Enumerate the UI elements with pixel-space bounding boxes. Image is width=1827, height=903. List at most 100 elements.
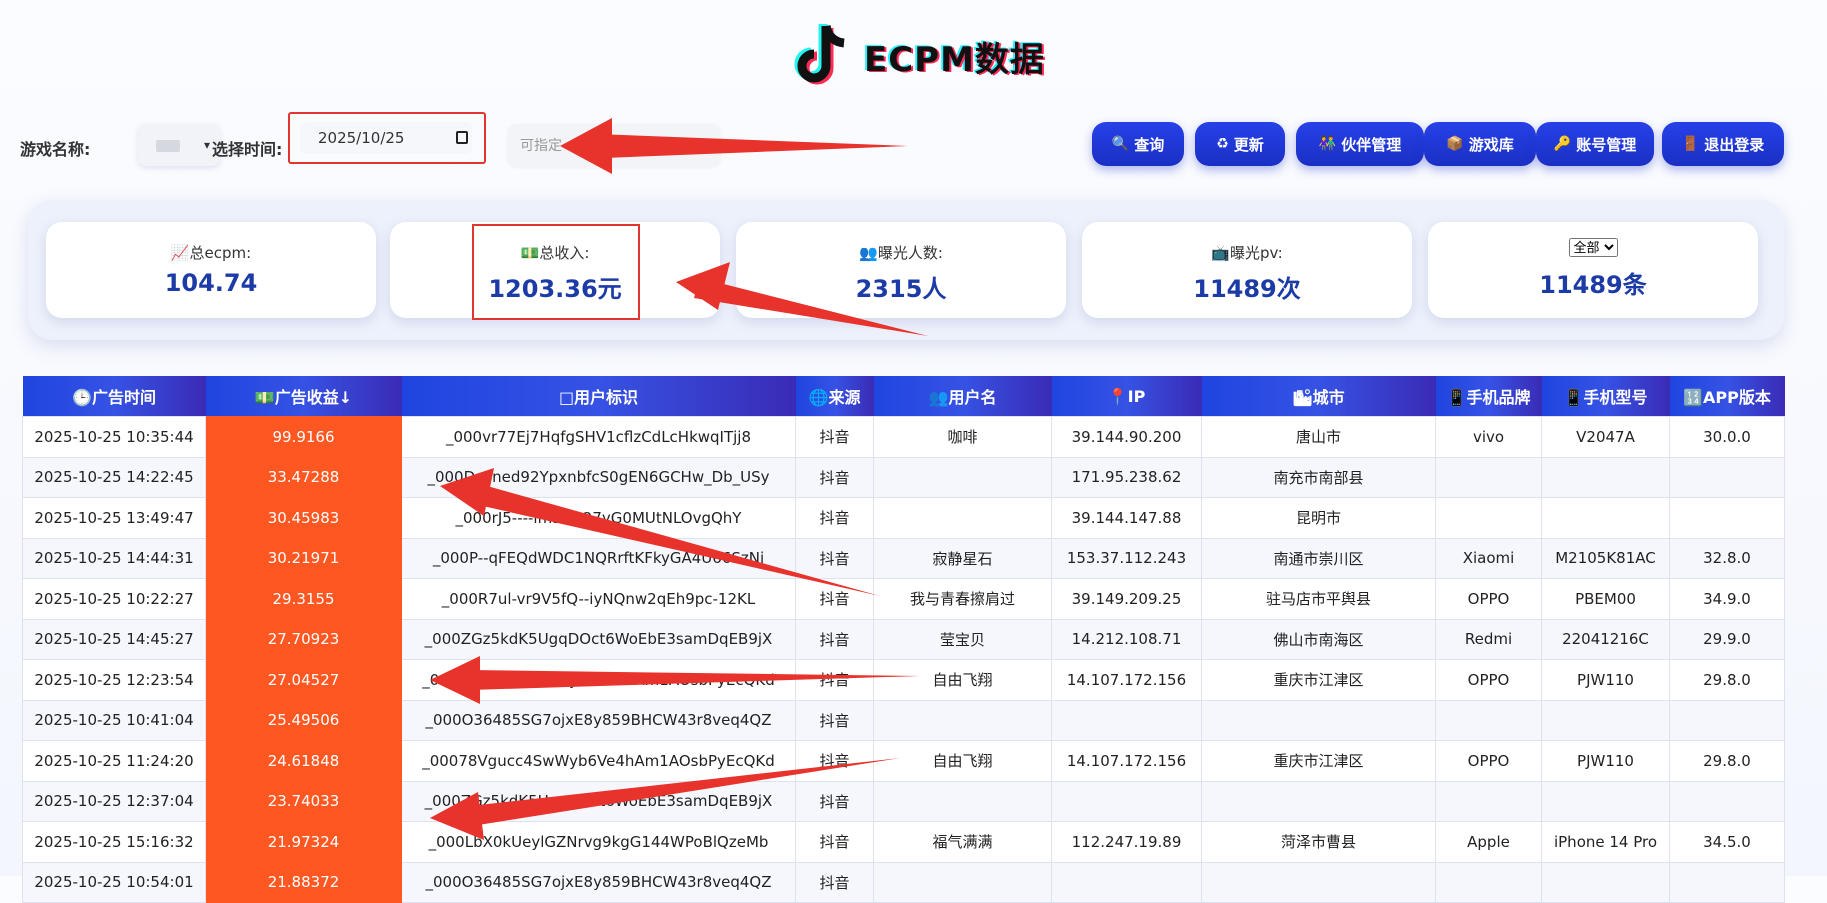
update-button[interactable]: ♻ 更新	[1195, 122, 1285, 166]
table-cell	[1435, 456, 1542, 498]
stat-label: 曝光pv:	[1230, 244, 1283, 262]
table-cell: _000ZGz5kdK5UgqDOct6WoEbE3samDqEB9jX	[401, 618, 796, 660]
column-header: 📍IP	[1051, 376, 1202, 417]
table-cell: 2025-10-25 11:24:20	[22, 740, 206, 782]
table-cell	[1435, 699, 1542, 741]
stat-value: 11489条	[1539, 271, 1647, 299]
tiktok-logo-icon	[794, 24, 845, 85]
table-row: 2025-10-25 12:37:04 23.74033 _000ZGz5kdK5U…	[22, 780, 1785, 822]
table-cell	[1201, 861, 1436, 903]
specify-placeholder: 可指定	[520, 138, 562, 154]
table-cell: 南通市崇川区	[1201, 537, 1436, 579]
table-cell: 30.21971	[205, 537, 402, 579]
table-cell: 27.70923	[205, 618, 402, 660]
table-cell: _000O36485SG7ojxE8y859BHCW43r8veq4QZ	[401, 699, 796, 741]
table-cell: 唐山市	[1201, 416, 1436, 458]
package-icon: 📦	[1446, 136, 1464, 152]
table-cell: 自由飞翔	[873, 659, 1052, 701]
table-cell: 驻马店市平舆县	[1201, 578, 1436, 620]
column-header[interactable]: 💵广告收益↓	[205, 376, 402, 417]
table-cell: _000LbX0kUeylGZNrvg9kgG144WPoBlQzeMb	[401, 821, 796, 863]
column-header: 👥用户名	[873, 376, 1052, 417]
table-body: 2025-10-25 10:35:44 99.9166 _000vr77Ej7Hqf…	[22, 416, 1785, 903]
table-header: 🕒广告时间 💵广告收益↓ □用户标识 🌐来源 👥用户名 📍IP 🏙城市 📱手机品牌 📱手机型号 🔢…	[22, 376, 1785, 417]
logout-button[interactable]: 🚪 退出登录	[1662, 122, 1784, 166]
table-cell: 重庆市江津区	[1201, 659, 1436, 701]
table-cell: 2025-10-25 10:41:04	[22, 699, 206, 741]
table-cell	[1051, 861, 1202, 903]
table-cell: 27.04527	[205, 659, 402, 701]
table-cell: 29.8.0	[1669, 659, 1785, 701]
table-cell: 佛山市南海区	[1201, 618, 1436, 660]
table-cell: 抖音	[795, 456, 874, 498]
table-cell: 99.9166	[205, 416, 402, 458]
table-cell: 抖音	[795, 416, 874, 458]
table-cell	[1669, 497, 1785, 539]
table-cell: 22041216C	[1541, 618, 1670, 660]
table-cell: 抖音	[795, 861, 874, 903]
search-icon: 🔍	[1111, 136, 1130, 152]
table-row: 2025-10-25 10:35:44 99.9166 _000vr77Ej7Hqf…	[22, 416, 1785, 458]
door-icon: 🚪	[1681, 136, 1700, 152]
table-cell	[1541, 456, 1670, 498]
table-cell: 34.5.0	[1669, 821, 1785, 863]
table-cell	[1669, 861, 1785, 903]
table-cell: _000O36485SG7ojxE8y859BHCW43r8veq4QZ	[401, 861, 796, 903]
table-cell	[1201, 780, 1436, 822]
table-cell: 抖音	[795, 497, 874, 539]
account-management-button[interactable]: 🔑 账号管理	[1536, 122, 1654, 166]
stat-card-total-ecpm: 📈总ecpm: 104.74	[46, 222, 376, 318]
game-name-label: 游戏名称:	[20, 140, 91, 159]
tv-icon: 📺	[1211, 244, 1231, 262]
table-cell	[873, 861, 1052, 903]
table-row: 2025-10-25 14:44:31 30.21971 _000P--qFEQdW…	[22, 537, 1785, 579]
table-cell: 抖音	[795, 618, 874, 660]
stat-card-count: 全部 11489条	[1428, 222, 1758, 318]
column-header: □用户标识	[401, 376, 796, 417]
table-cell: 171.95.238.62	[1051, 456, 1202, 498]
table-cell: PJW110	[1541, 740, 1670, 782]
table-cell: 抖音	[795, 537, 874, 579]
table-cell: _000rJ5----lmD5n27yG0MUtNLOvgQhY	[401, 497, 796, 539]
table-cell: OPPO	[1435, 659, 1542, 701]
table-cell: 34.9.0	[1669, 578, 1785, 620]
specify-input[interactable]: 可指定	[508, 124, 720, 166]
table-cell: 30.45983	[205, 497, 402, 539]
table-cell: 23.74033	[205, 780, 402, 822]
game-select[interactable]: ▾	[138, 124, 220, 166]
key-icon: 🔑	[1553, 136, 1572, 152]
filter-select[interactable]: 全部	[1568, 238, 1618, 257]
table-cell: _000P--qFEQdWDC1NQRrftKFkyGA4U66SzNj	[401, 537, 796, 579]
calendar-icon[interactable]	[456, 131, 468, 144]
table-cell	[873, 780, 1052, 822]
table-row: 2025-10-25 10:41:04 25.49506 _000O36485SG7…	[22, 699, 1785, 741]
table-cell: _000vr77Ej7HqfgSHV1cflzCdLcHkwqITjj8	[401, 416, 796, 458]
table-cell: Apple	[1435, 821, 1542, 863]
query-button[interactable]: 🔍 查询	[1092, 122, 1184, 166]
table-cell: _000D_9ned92YpxnbfcS0gEN6GCHw_Db_USy	[401, 456, 796, 498]
table-cell: 153.37.112.243	[1051, 537, 1202, 579]
stats-panel: 📈总ecpm: 104.74 💵总收入: 1203.36元 👥曝光人数: 231…	[28, 200, 1784, 340]
table-cell: 14.212.108.71	[1051, 618, 1202, 660]
table-cell	[1051, 699, 1202, 741]
table-cell: _00078Vgucc4SwWyb6Ve4hAm1AOsbPyEcQKd	[401, 659, 796, 701]
table-row: 2025-10-25 13:49:47 30.45983 _000rJ5----lm…	[22, 497, 1785, 539]
table-row: 2025-10-25 14:45:27 27.70923 _000ZGz5kdK5U…	[22, 618, 1785, 660]
column-header: 🕒广告时间	[22, 376, 206, 417]
table-cell: 2025-10-25 14:22:45	[22, 456, 206, 498]
users-icon: 👥	[859, 244, 878, 262]
table-cell: 2025-10-25 15:16:32	[22, 821, 206, 863]
table-cell: 菏泽市曹县	[1201, 821, 1436, 863]
table-cell	[1201, 699, 1436, 741]
table-cell: 抖音	[795, 659, 874, 701]
game-library-button[interactable]: 📦 游戏库	[1424, 122, 1536, 166]
table-row: 2025-10-25 12:23:54 27.04527 _00078Vgucc4S…	[22, 659, 1785, 701]
table-cell: 抖音	[795, 740, 874, 782]
column-header: 📱手机型号	[1541, 376, 1670, 417]
table-cell: 112.247.19.89	[1051, 821, 1202, 863]
partner-management-button[interactable]: 👫 伙伴管理	[1296, 122, 1424, 166]
date-input[interactable]: 2025/10/25	[300, 122, 472, 154]
game-select-value	[156, 140, 180, 152]
time-label: 选择时间:	[212, 140, 283, 159]
table-cell: Xiaomi	[1435, 537, 1542, 579]
